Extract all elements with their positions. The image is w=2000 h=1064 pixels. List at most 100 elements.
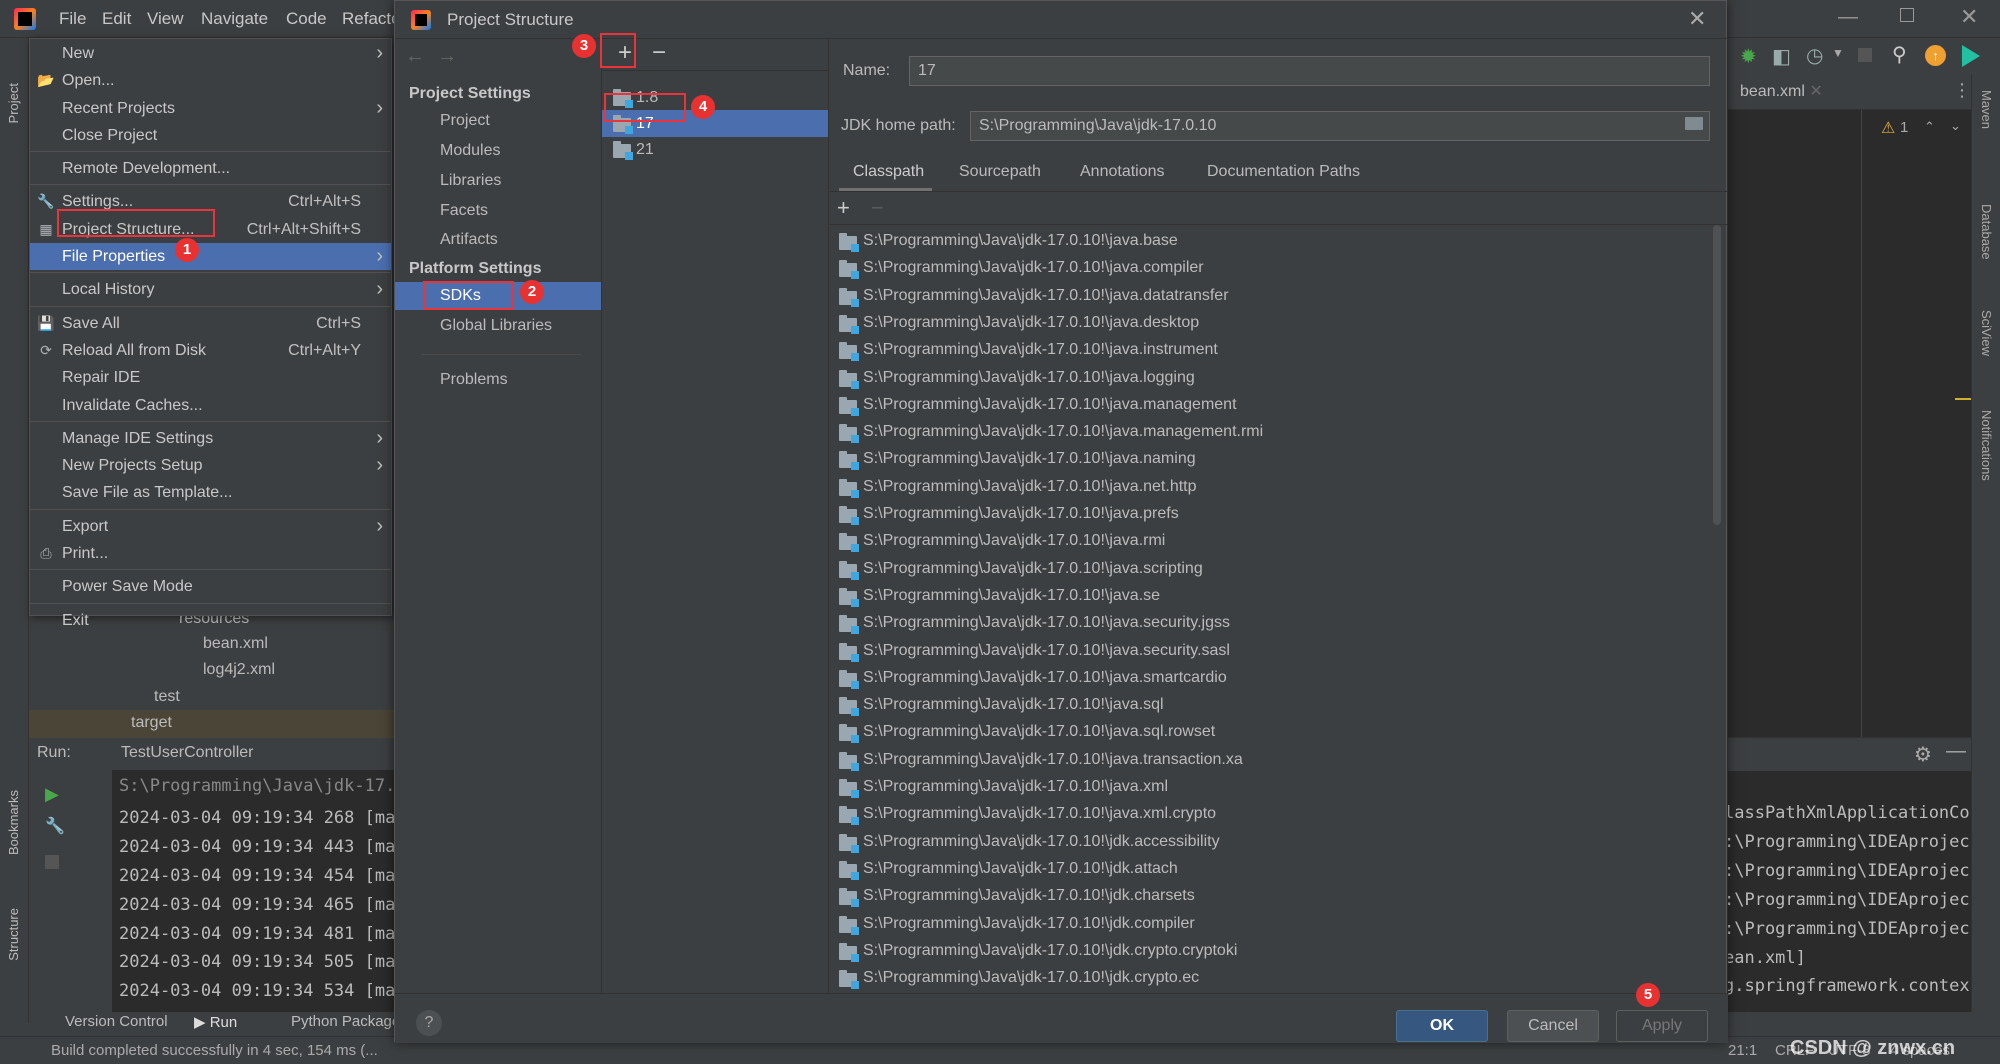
close-tab-icon[interactable]: ✕ xyxy=(1809,83,1822,100)
classpath-row[interactable]: S:\Programming\Java\jdk-17.0.10!\java.na… xyxy=(839,445,1196,472)
maximize-icon[interactable] xyxy=(1900,8,1914,22)
tree-item-target[interactable]: target xyxy=(131,714,172,732)
warning-icon[interactable]: ⚠ xyxy=(1881,118,1895,138)
hide-icon[interactable]: — xyxy=(1946,740,1966,763)
help-button[interactable]: ? xyxy=(416,1010,442,1036)
classpath-row[interactable]: S:\Programming\Java\jdk-17.0.10!\java.de… xyxy=(839,309,1199,336)
debug-icon[interactable]: ✹ xyxy=(1740,44,1757,69)
menu-item-file-properties[interactable]: File Properties › xyxy=(30,243,391,271)
tool-database[interactable]: Database xyxy=(1979,204,1994,260)
classpath-row[interactable]: S:\Programming\Java\jdk-17.0.10!\java.tr… xyxy=(839,746,1243,773)
tool-maven[interactable]: Maven xyxy=(1979,90,1994,129)
close-icon[interactable]: ✕ xyxy=(1960,4,1978,30)
nav-facets[interactable]: Facets xyxy=(395,197,601,225)
dialog-close-icon[interactable]: ✕ xyxy=(1688,6,1706,32)
classpath-row[interactable]: S:\Programming\Java\jdk-17.0.10!\java.se xyxy=(839,582,1160,609)
apply-button[interactable]: Apply xyxy=(1616,1010,1708,1042)
toolbox-icon[interactable] xyxy=(1962,45,1980,67)
menu-item-save-file-as-template[interactable]: Save File as Template... xyxy=(30,479,391,506)
classpath-row[interactable]: S:\Programming\Java\jdk-17.0.10!\java.rm… xyxy=(839,527,1165,554)
profile-icon[interactable]: ◷ xyxy=(1806,43,1823,68)
tool-notifications[interactable]: Notifications xyxy=(1979,410,1994,481)
classpath-row[interactable]: S:\Programming\Java\jdk-17.0.10!\jdk.att… xyxy=(839,855,1178,882)
classpath-row[interactable]: S:\Programming\Java\jdk-17.0.10!\java.sc… xyxy=(839,555,1203,582)
tree-item-test[interactable]: test xyxy=(154,688,180,706)
classpath-row[interactable]: S:\Programming\Java\jdk-17.0.10!\java.lo… xyxy=(839,364,1195,391)
menu-item-remote-development[interactable]: Remote Development... xyxy=(30,155,391,182)
nav-problems[interactable]: Problems xyxy=(395,366,601,394)
menu-item-local-history[interactable]: Local History › xyxy=(30,276,391,303)
tab-sourcepath[interactable]: Sourcepath xyxy=(959,163,1041,181)
tree-item-bean-xml[interactable]: bean.xml xyxy=(203,635,268,653)
nav-project[interactable]: Project xyxy=(395,107,601,135)
back-icon[interactable]: ← xyxy=(405,45,425,68)
menu-item-open[interactable]: 📂 Open... xyxy=(30,67,391,94)
classpath-row[interactable]: S:\Programming\Java\jdk-17.0.10!\java.xm… xyxy=(839,800,1216,827)
menu-item-recent-projects[interactable]: Recent Projects › xyxy=(30,95,391,122)
coverage-icon[interactable]: ◧ xyxy=(1772,44,1791,69)
menu-item-close-project[interactable]: Close Project xyxy=(30,122,391,149)
classpath-row[interactable]: S:\Programming\Java\jdk-17.0.10!\java.sq… xyxy=(839,691,1164,718)
add-classpath-button[interactable]: + xyxy=(837,195,850,221)
menu-item-new[interactable]: New › xyxy=(30,40,391,67)
browse-folder-icon[interactable] xyxy=(1685,117,1703,130)
nav-libraries[interactable]: Libraries xyxy=(395,167,601,195)
tool-sciview[interactable]: SciView xyxy=(1979,310,1994,356)
menu-view[interactable]: View xyxy=(147,9,184,29)
menu-item-power-save-mode[interactable]: Power Save Mode xyxy=(30,573,391,600)
run-tab-testusercontroller[interactable]: TestUserController xyxy=(121,744,253,762)
classpath-row[interactable]: S:\Programming\Java\jdk-17.0.10!\java.co… xyxy=(839,254,1204,281)
tab-annotations[interactable]: Annotations xyxy=(1080,163,1165,181)
caret-position[interactable]: 21:1 xyxy=(1728,1042,1757,1059)
classpath-row[interactable]: S:\Programming\Java\jdk-17.0.10!\java.sq… xyxy=(839,718,1215,745)
more-icon[interactable]: ⋮ xyxy=(1953,80,1971,101)
next-highlight-icon[interactable]: ⌄ xyxy=(1950,118,1961,134)
classpath-row[interactable]: S:\Programming\Java\jdk-17.0.10!\jdk.acc… xyxy=(839,828,1220,855)
menu-item-print[interactable]: ⎙ Print... xyxy=(30,540,391,567)
stop-icon[interactable] xyxy=(45,855,59,869)
menu-item-reload-all-from-disk[interactable]: ⟳ Reload All from Disk Ctrl+Alt+Y xyxy=(30,337,391,364)
stop-icon[interactable] xyxy=(1858,48,1872,62)
tab-run[interactable]: ▶ Run xyxy=(194,1013,237,1031)
wrench-icon[interactable]: 🔧 xyxy=(45,816,65,836)
status-message[interactable]: Build completed successfully in 4 sec, 1… xyxy=(51,1042,378,1059)
jdk-home-input[interactable]: S:\Programming\Java\jdk-17.0.10 xyxy=(970,111,1710,141)
menu-item-repair-ide[interactable]: Repair IDE xyxy=(30,364,391,391)
classpath-row[interactable]: S:\Programming\Java\jdk-17.0.10!\jdk.cry… xyxy=(839,937,1237,964)
menu-item-exit[interactable]: Exit xyxy=(30,607,391,634)
menu-navigate[interactable]: Navigate xyxy=(201,9,268,29)
rerun-icon[interactable]: ▶ xyxy=(45,784,59,805)
classpath-row[interactable]: S:\Programming\Java\jdk-17.0.10!\jdk.com… xyxy=(839,910,1195,937)
prev-highlight-icon[interactable]: ⌃ xyxy=(1924,119,1935,135)
dropdown-icon[interactable]: ▼ xyxy=(1832,46,1844,60)
classpath-row[interactable]: S:\Programming\Java\jdk-17.0.10!\jdk.cry… xyxy=(839,964,1199,991)
tab-documentation-paths[interactable]: Documentation Paths xyxy=(1207,163,1360,181)
search-icon[interactable]: ⚲ xyxy=(1892,42,1907,67)
menu-item-save-all[interactable]: 💾 Save All Ctrl+S xyxy=(30,310,391,337)
menu-item-invalidate-caches[interactable]: Invalidate Caches... xyxy=(30,392,391,419)
classpath-row[interactable]: S:\Programming\Java\jdk-17.0.10!\java.xm… xyxy=(839,773,1168,800)
nav-modules[interactable]: Modules xyxy=(395,137,601,165)
menu-item-new-projects-setup[interactable]: New Projects Setup › xyxy=(30,452,391,479)
classpath-row[interactable]: S:\Programming\Java\jdk-17.0.10!\java.se… xyxy=(839,637,1230,664)
menu-refactor[interactable]: Refacto xyxy=(342,9,394,29)
remove-sdk-button[interactable]: − xyxy=(652,39,666,67)
classpath-row[interactable]: S:\Programming\Java\jdk-17.0.10!\java.in… xyxy=(839,336,1218,363)
ok-button[interactable]: OK xyxy=(1396,1010,1488,1042)
cancel-button[interactable]: Cancel xyxy=(1507,1010,1599,1042)
classpath-row[interactable]: S:\Programming\Java\jdk-17.0.10!\java.ma… xyxy=(839,391,1237,418)
update-icon[interactable]: ↑ xyxy=(1925,45,1946,66)
forward-icon[interactable]: → xyxy=(437,45,457,68)
nav-artifacts[interactable]: Artifacts xyxy=(395,226,601,254)
tree-item-log4j2-xml[interactable]: log4j2.xml xyxy=(203,661,275,679)
tool-bookmarks[interactable]: Bookmarks xyxy=(6,790,21,855)
nav-global-libraries[interactable]: Global Libraries xyxy=(395,312,601,340)
tab-version-control[interactable]: Version Control xyxy=(65,1013,168,1030)
run-console-right[interactable]: lassPathXmlApplicationCo:\Programming\ID… xyxy=(1728,771,1971,1016)
classpath-row[interactable]: S:\Programming\Java\jdk-17.0.10!\jdk.cha… xyxy=(839,882,1195,909)
classpath-row[interactable]: S:\Programming\Java\jdk-17.0.10!\java.sm… xyxy=(839,664,1227,691)
sdk-item-21[interactable]: 21 xyxy=(602,136,828,163)
menu-file[interactable]: File xyxy=(59,9,86,29)
menu-item-export[interactable]: Export › xyxy=(30,513,391,540)
classpath-row[interactable]: S:\Programming\Java\jdk-17.0.10!\java.da… xyxy=(839,282,1229,309)
